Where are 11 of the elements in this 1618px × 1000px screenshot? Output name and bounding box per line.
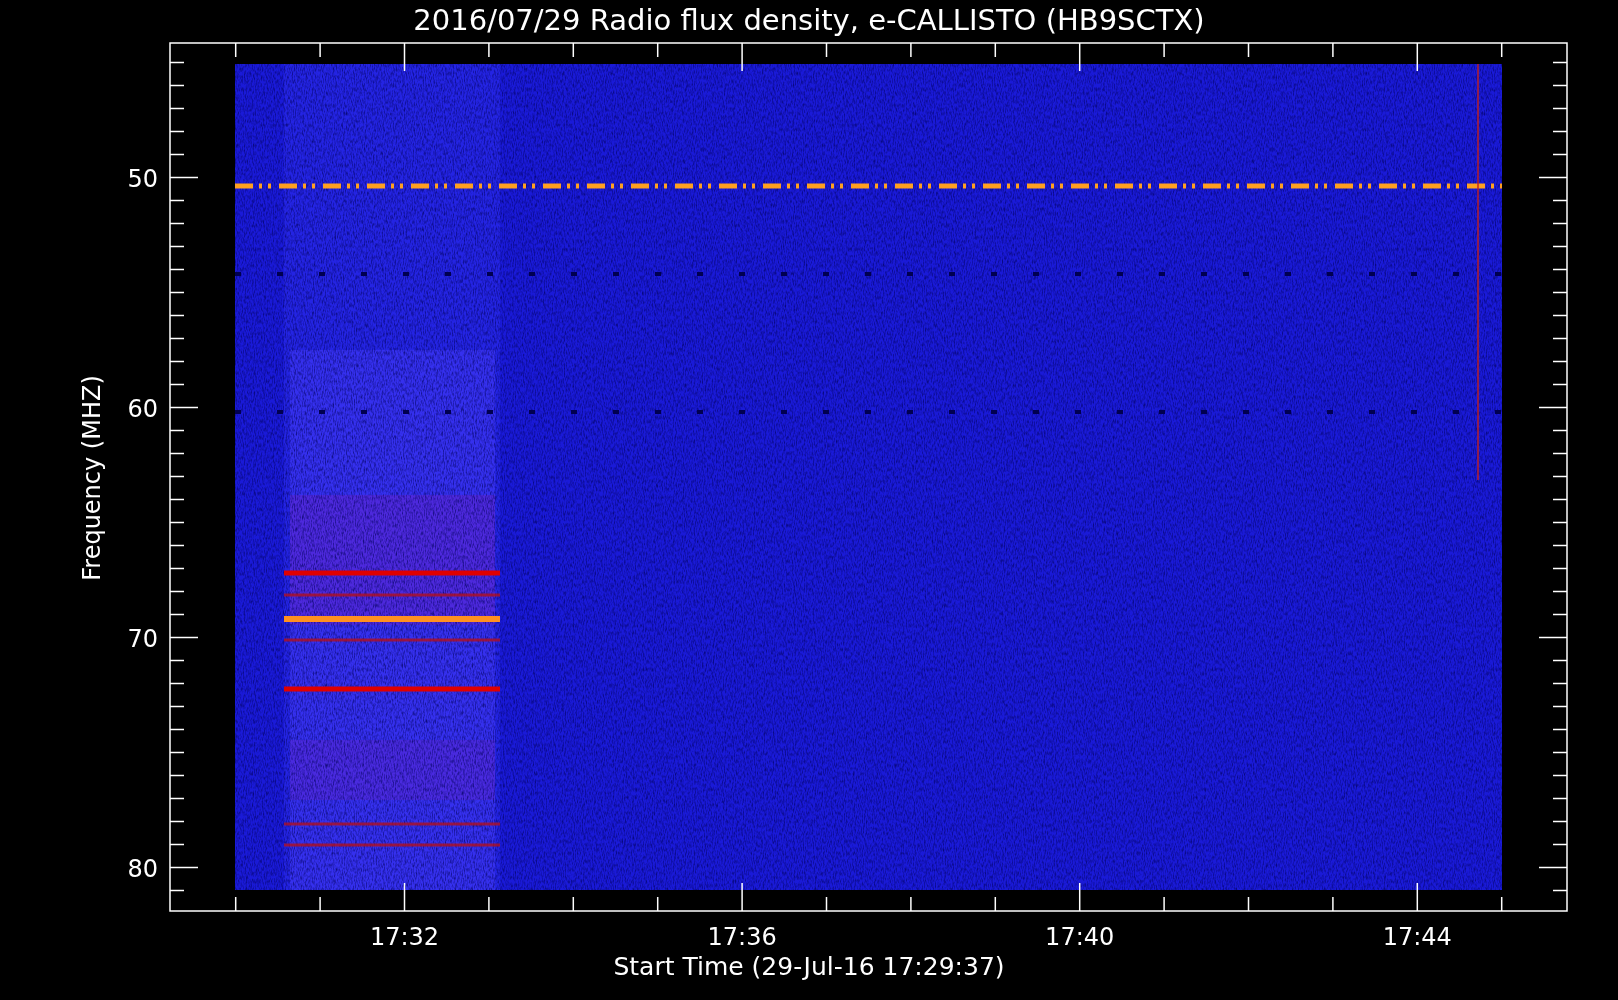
plot-title: 2016/07/29 Radio flux density, e-CALLISTO (HB9SCTX) [413,3,1205,37]
tick-label: 60 [127,394,158,423]
tick-label: 80 [127,854,158,883]
tick-label: 70 [127,624,158,653]
tick-label: 17:40 [1045,923,1115,951]
axis-label: Frequency (MHZ) [78,375,106,581]
axis-label: Start Time (29-Jul-16 17:29:37) [613,952,1005,981]
tick-label: 17:36 [707,923,777,951]
tick-label: 17:32 [369,923,440,951]
tick-label: 50 [127,164,158,193]
tick-label: 17:44 [1382,923,1452,951]
